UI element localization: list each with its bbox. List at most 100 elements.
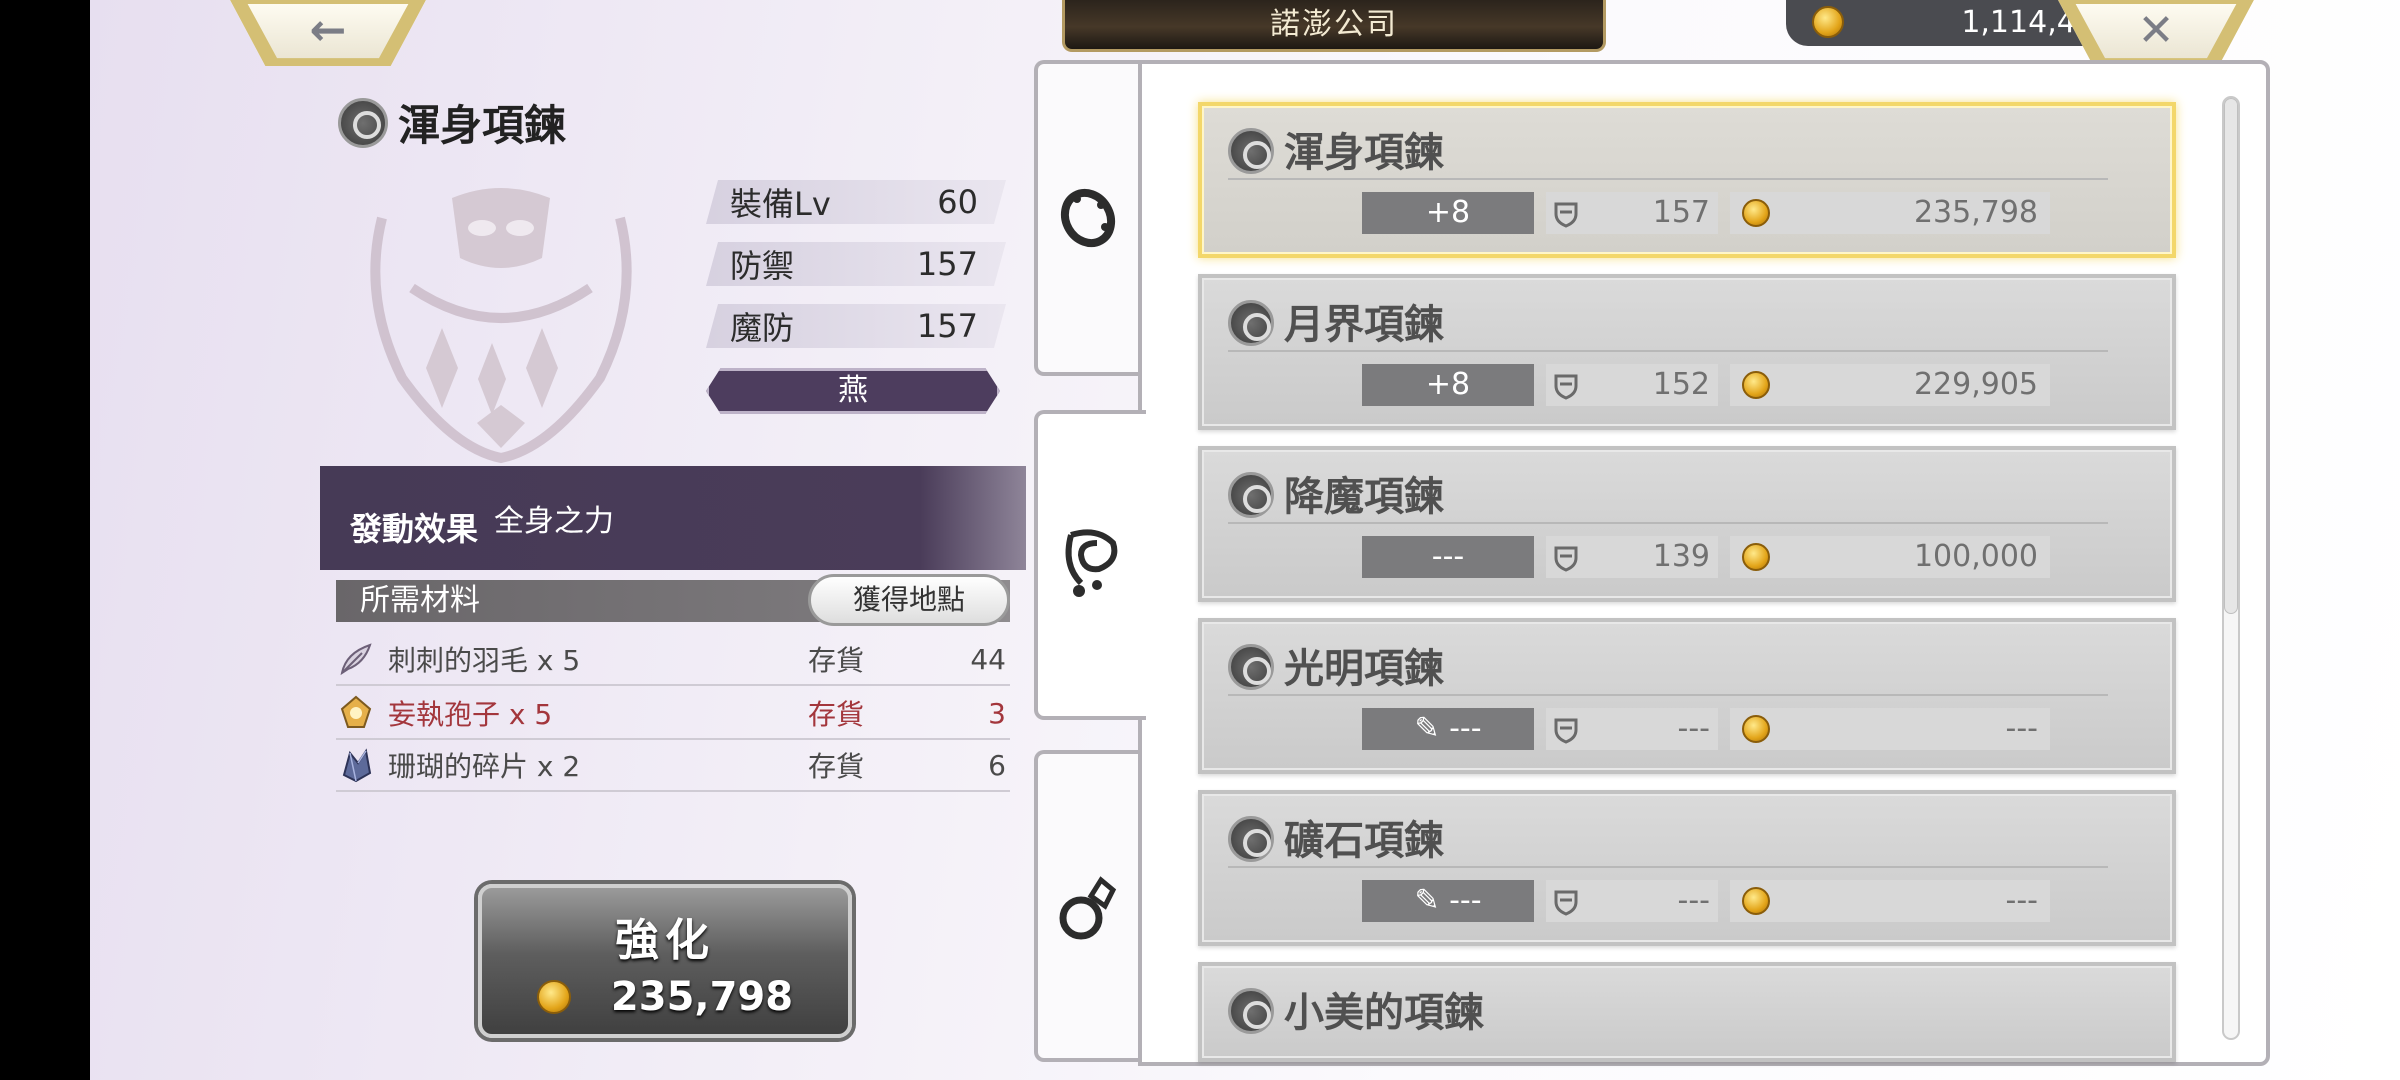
defense-number: --- (1677, 711, 1710, 746)
necklace-icon (1228, 300, 1274, 346)
item-card[interactable]: 小美的項鍊 (1198, 962, 2176, 1062)
defense-number: --- (1677, 883, 1710, 918)
stat-label: 裝備Lv (730, 185, 831, 223)
material-row[interactable]: 刺刺的羽毛 x 5 存貨 44 (336, 634, 1010, 686)
gold-coin-icon (1742, 543, 1770, 571)
bracelet-icon (1060, 188, 1116, 248)
stock-count: 6 (988, 748, 1006, 782)
coral-shard-icon (342, 748, 372, 783)
enhance-button[interactable]: 強化 235,798 (478, 884, 852, 1038)
price-value: 100,000 (1913, 539, 2038, 574)
enhance-cost-value: 235,798 (610, 974, 794, 1020)
item-card-name: 小美的項鍊 (1284, 990, 1484, 1036)
shield-icon (1554, 890, 1578, 916)
divider (1228, 866, 2108, 868)
defense-value: 157 (1546, 192, 1718, 234)
gold-coin-icon (1742, 371, 1770, 399)
material-name: 刺刺的羽毛 x 5 (388, 644, 581, 677)
price-value: 229,905 (1913, 367, 2038, 402)
stock-label: 存貨 (808, 750, 865, 783)
stat-magic-defense: 魔防 157 (706, 304, 1006, 348)
stat-defense: 防禦 157 (706, 242, 1006, 286)
gold-coin-icon (1742, 199, 1770, 227)
divider (1228, 350, 2108, 352)
shop-title: 諾澎公司 (1062, 0, 1606, 52)
spore-icon (340, 695, 372, 728)
upgrade-level-locked: ✎ --- (1362, 880, 1534, 922)
gold-coin-icon (1742, 715, 1770, 743)
scrollbar-thumb[interactable] (2224, 98, 2238, 614)
stat-value: 60 (937, 183, 978, 221)
tab-ring[interactable] (1034, 750, 1138, 1062)
shield-icon (1554, 202, 1578, 228)
close-button[interactable]: ✕ (2058, 0, 2254, 66)
upgrade-level-locked: ✎ --- (1362, 708, 1534, 750)
feather-icon (340, 643, 372, 676)
effect-value: 全身之力 (494, 504, 615, 539)
price-value: 235,798 (1913, 195, 2038, 230)
effect-bar: 發動效果 全身之力 (320, 466, 1026, 570)
divider (1228, 522, 2108, 524)
material-name: 珊瑚的碎片 x 2 (388, 750, 581, 783)
shield-icon (1554, 374, 1578, 400)
price-value: --- (2005, 711, 2038, 746)
item-name: 渾身項鍊 (398, 101, 567, 150)
stat-value: 157 (916, 245, 978, 283)
material-name: 妄執孢子 x 5 (388, 698, 553, 731)
item-card[interactable]: 渾身項鍊 +8 157 235,798 (1198, 102, 2176, 258)
shield-icon (1554, 718, 1578, 744)
stock-count: 44 (970, 642, 1006, 676)
material-locked-icon: ✎ (1414, 883, 1440, 918)
item-card-name: 降魔項鍊 (1284, 474, 1444, 520)
upgrade-level: --- (1449, 711, 1482, 746)
stat-label: 防禦 (730, 247, 795, 285)
divider (1228, 178, 2108, 180)
gold-coin-icon (536, 980, 571, 1014)
defense-number: 157 (1652, 195, 1710, 230)
item-card[interactable]: 降魔項鍊 --- 139 100,000 (1198, 446, 2176, 602)
item-card[interactable]: 光明項鍊 ✎ --- --- --- (1198, 618, 2176, 774)
necklace-icon (1228, 816, 1274, 862)
item-card-name: 光明項鍊 (1284, 646, 1444, 692)
material-locked-icon: ✎ (1414, 711, 1440, 746)
necklace-icon (1228, 128, 1274, 174)
material-row[interactable]: 妄執孢子 x 5 存貨 3 (336, 688, 1010, 740)
stock-label: 存貨 (808, 698, 865, 731)
price: 235,798 (1730, 192, 2050, 234)
price-value: --- (2005, 883, 2038, 918)
screen: ← 諾澎公司 1,114,438 ✕ 渾身項鍊 裝備Lv 60 防禦 157 魔… (90, 0, 2400, 1080)
item-card-name: 渾身項鍊 (1284, 130, 1444, 176)
gold-coin-icon (1742, 887, 1770, 915)
back-button[interactable]: ← (230, 0, 426, 66)
necklace-icon (1065, 529, 1118, 597)
stat-value: 157 (916, 307, 978, 345)
price: 229,905 (1730, 364, 2050, 406)
item-card[interactable]: 月界項鍊 +8 152 229,905 (1198, 274, 2176, 430)
gold-coin-icon (1812, 6, 1844, 38)
necklace-icon (1228, 644, 1274, 690)
tab-necklace[interactable] (1034, 410, 1146, 720)
acquire-location-button[interactable]: 獲得地點 (808, 574, 1010, 626)
upgrade-level: --- (1362, 536, 1534, 578)
enhance-cost: 235,798 (482, 974, 848, 1020)
tab-bracelet[interactable] (1034, 60, 1138, 376)
defense-value: 152 (1546, 364, 1718, 406)
necklace-emblem-image (370, 188, 632, 464)
price: --- (1730, 708, 2050, 750)
item-card-name: 月界項鍊 (1284, 302, 1444, 348)
item-title: 渾身項鍊 (338, 92, 566, 153)
defense-number: 139 (1652, 539, 1710, 574)
divider (1228, 694, 2108, 696)
material-row[interactable]: 珊瑚的碎片 x 2 存貨 6 (336, 740, 1010, 792)
item-card[interactable]: 礦石項鍊 ✎ --- --- --- (1198, 790, 2176, 946)
stat-equip-level: 裝備Lv 60 (706, 180, 1006, 224)
price: 100,000 (1730, 536, 2050, 578)
price: --- (1730, 880, 2050, 922)
back-arrow-icon: ← (309, 4, 347, 56)
stat-label: 魔防 (730, 309, 795, 347)
stock-label: 存貨 (808, 644, 865, 677)
upgrade-level: --- (1449, 883, 1482, 918)
necklace-icon (338, 97, 388, 148)
ring-icon (1059, 876, 1117, 940)
defense-value: --- (1546, 708, 1718, 750)
